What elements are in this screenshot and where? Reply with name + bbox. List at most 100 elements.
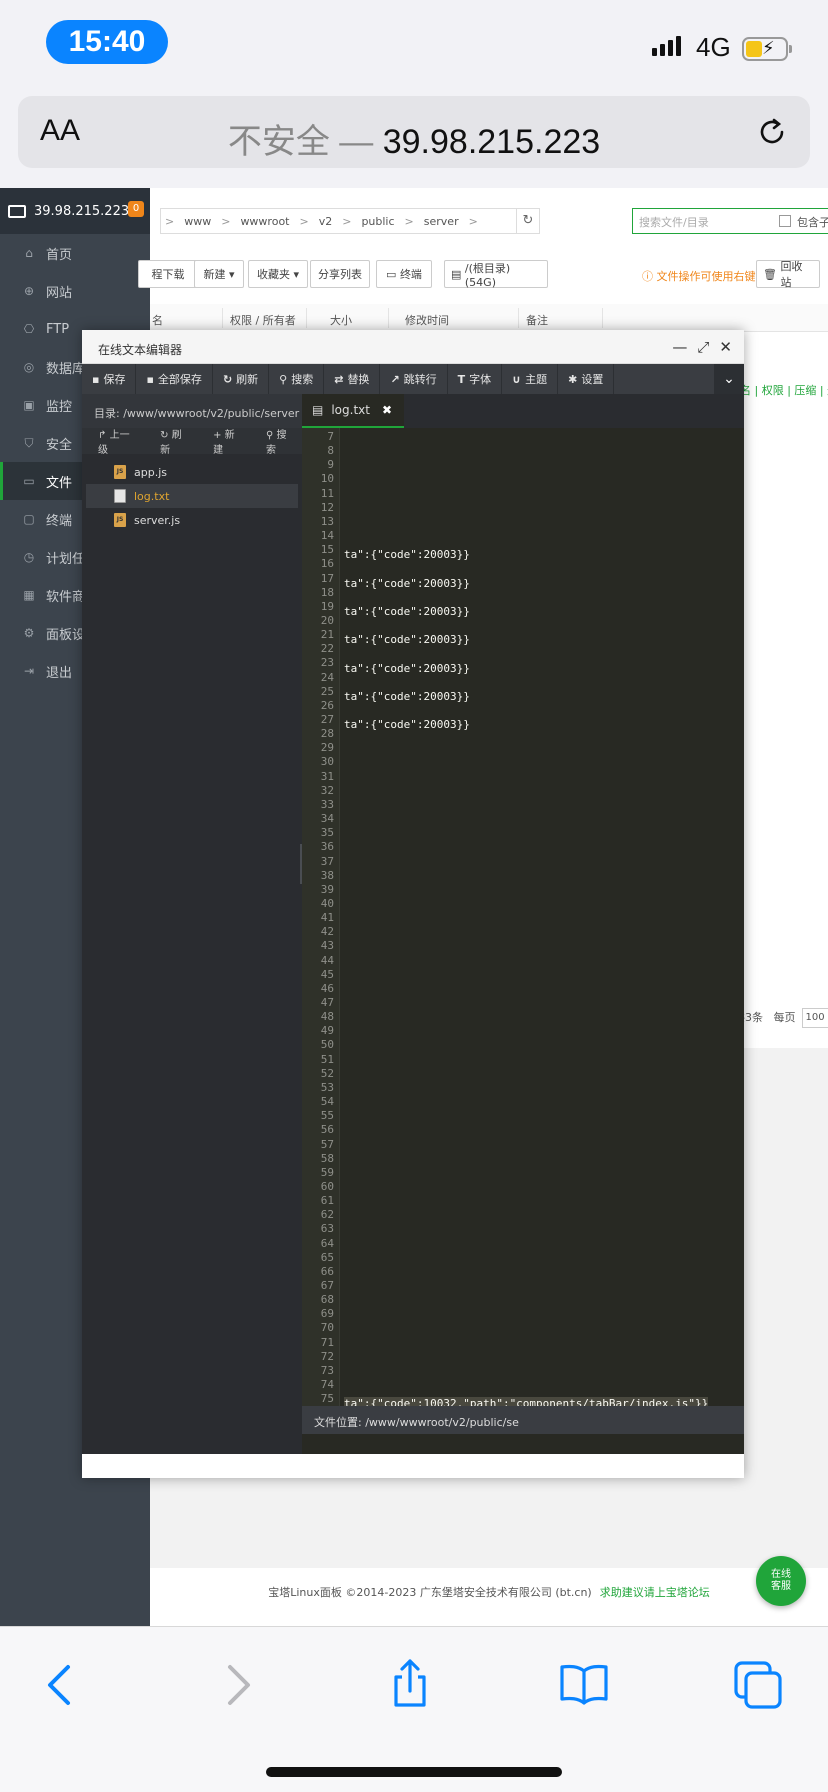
share-list-button[interactable]: 分享列表 [310,260,370,288]
toolbar-theme-button[interactable]: ∪ 主题 [502,364,559,394]
toolbar-save-button[interactable]: ▪ 保存 [82,364,137,394]
breadcrumb[interactable]: > www > wwwroot > v2 > public > server > [160,208,540,234]
line-number: 71 [320,1335,334,1349]
forward-icon[interactable] [208,1657,264,1713]
line-number: 61 [320,1194,334,1208]
line-number: 42 [320,925,334,939]
line-number: 36 [320,840,334,854]
breadcrumb-item[interactable]: public [361,215,394,228]
reload-icon[interactable] [752,112,792,152]
toolbar-font-button[interactable]: T 字体 [448,364,503,394]
code-area[interactable]: 7 8 9 10 11 12 13 14 15 16 ta":{"code":20003}} 17 18… [302,428,744,1428]
toolbar-replace-button[interactable]: ⇄ 替换 [324,364,381,394]
database-icon: ◎ [23,360,35,374]
chevron-down-icon[interactable]: ⌄ [714,364,744,394]
breadcrumb-item[interactable]: www [184,215,211,228]
line-number: 45 [320,967,334,981]
notification-badge[interactable]: 0 [128,201,144,217]
sidebar-item-1[interactable]: ⊕ 网站 [0,272,150,310]
code-line[interactable]: ta":{"code":20003}} [344,662,470,675]
remote-download-button[interactable]: 程下载 [138,260,198,288]
toolbar-save-all-button[interactable]: ▪ 全部保存 [136,364,213,394]
tree-item[interactable]: JS app.js [86,460,298,484]
modal-title-bar: 在线文本编辑器 — ⤢ ✕ [82,330,744,364]
refresh-icon: ↻ [160,430,169,441]
code-line[interactable]: ta":{"code":20003}} [344,633,470,646]
dir-tool-up-level[interactable]: ↱ 上一级 [82,426,144,456]
breadcrumb-item[interactable]: v2 [319,215,333,228]
tab-log-txt[interactable]: ▤ log.txt ✖ [302,394,404,428]
back-icon[interactable] [34,1657,90,1713]
file-search-input[interactable]: 搜索文件/目录 包含子 [632,208,828,234]
toolbar-search-button[interactable]: ⚲ 搜索 [269,364,325,394]
refresh-icon[interactable]: ↻ [516,208,540,234]
new-button[interactable]: 新建 ▾ [194,260,244,288]
maximize-icon[interactable]: ⤢ [697,338,709,356]
search-icon: ⚲ [266,430,274,441]
include-sub-checkbox[interactable] [779,215,791,227]
line-number: 10 [320,472,334,486]
line-number: 43 [320,939,334,953]
info-icon: ⓘ [642,270,657,283]
line-number: 63 [320,1222,334,1236]
editor-tabs: ▤ log.txt ✖ [302,394,744,428]
code-line[interactable]: ta":{"code":20003}} [344,605,470,618]
terminal-button[interactable]: ▭ 终端 [376,260,432,288]
file-tree-panel: 目录: /www/wwwroot/v2/public/server ↱ 上一级 ↻… [82,394,302,1454]
close-icon[interactable]: ✕ [719,338,732,356]
url-display[interactable]: 不安全 — 39.98.215.223 [18,114,810,163]
code-line[interactable]: ta":{"code":20003}} [344,718,470,731]
tree-item[interactable]: log.txt [86,484,298,508]
line-number: 64 [320,1236,334,1250]
toolbar-gear-button[interactable]: ✱ 设置 [558,364,615,394]
tree-item[interactable]: JS server.js [86,508,298,532]
line-number: 72 [320,1349,334,1363]
col-size[interactable]: 大小 [330,312,352,328]
replace-icon: ⇄ [334,372,344,386]
dir-tool-plus[interactable]: + 新建 [197,426,250,456]
dir-tool-search[interactable]: ⚲ 搜索 [250,426,302,456]
tabs-icon[interactable] [730,1657,786,1713]
toolbar-goto-line-button[interactable]: ↗ 跳转行 [380,364,448,394]
include-sub-label: 包含子 [797,216,828,229]
breadcrumb-item[interactable]: server [424,215,459,228]
line-number: 75 [320,1392,334,1406]
line-number: 41 [320,911,334,925]
dir-tool-refresh[interactable]: ↻ 刷新 [144,426,197,456]
bookmarks-icon[interactable] [556,1657,612,1713]
clock-icon: ◷ [23,550,35,564]
sidebar-item-0[interactable]: ⌂ 首页 [0,234,150,272]
code-line[interactable]: ta":{"code":20003}} [344,577,470,590]
save-all-icon: ▪ [146,372,154,386]
address-bar[interactable]: AA 不安全 — 39.98.215.223 [18,96,810,168]
favorites-button[interactable]: 收藏夹 ▾ [248,260,308,288]
battery-charging-icon: ⚡ [742,37,792,61]
col-modified[interactable]: 修改时间 [405,312,449,328]
close-tab-icon[interactable]: ✖ [382,403,392,417]
line-number: 51 [320,1052,334,1066]
online-support-button[interactable]: 在线 客服 [756,1556,806,1606]
col-permission[interactable]: 权限 / 所有者 [230,312,296,328]
line-number: 19 [320,599,334,613]
breadcrumb-item[interactable]: wwwroot [240,215,289,228]
modal-title: 在线文本编辑器 [98,343,183,357]
web-page: 39.98.215.223 0 ⌂ 首页 ⊕ 网站 ⎔ FTP ◎ 数据库 ▣ 监控 ⛉ 安全 ▭ 文件 ▢… [0,188,828,1626]
minimize-icon[interactable]: — [672,338,687,356]
row-operation-links[interactable]: 名 | 权限 | 压缩 | 删除 [740,382,828,398]
recycle-bin-button[interactable]: 🗑 回收站 [756,260,820,289]
code-line[interactable]: ta":{"code":20003}} [344,690,470,703]
page-size-select[interactable]: 100 [801,1008,828,1028]
code-line[interactable]: ta":{"code":20003}} [344,548,470,561]
col-name[interactable]: 名 [152,312,163,328]
home-icon: ⌂ [25,246,33,260]
share-icon[interactable] [382,1657,438,1713]
sidebar-item-label: 数据库 [46,361,86,377]
terminal-icon: ▭ [386,267,400,281]
sidebar-header[interactable]: 39.98.215.223 0 [0,188,150,234]
forum-link[interactable]: 求助建议请上宝塔论坛 [600,1586,710,1599]
text-editor-modal: 在线文本编辑器 — ⤢ ✕ ▪ 保存 ▪ 全部保存 ↻ 刷新 ⚲ 搜索 ⇄ 替换 ↗ 跳转行 T 字体 ∪ 主… [82,330,744,1478]
line-number: 47 [320,996,334,1009]
refresh-icon: ↻ [222,372,233,386]
toolbar-refresh-button[interactable]: ↻ 刷新 [213,364,270,394]
root-disk-button[interactable]: ▤ /(根目录) (54G) [444,260,548,289]
